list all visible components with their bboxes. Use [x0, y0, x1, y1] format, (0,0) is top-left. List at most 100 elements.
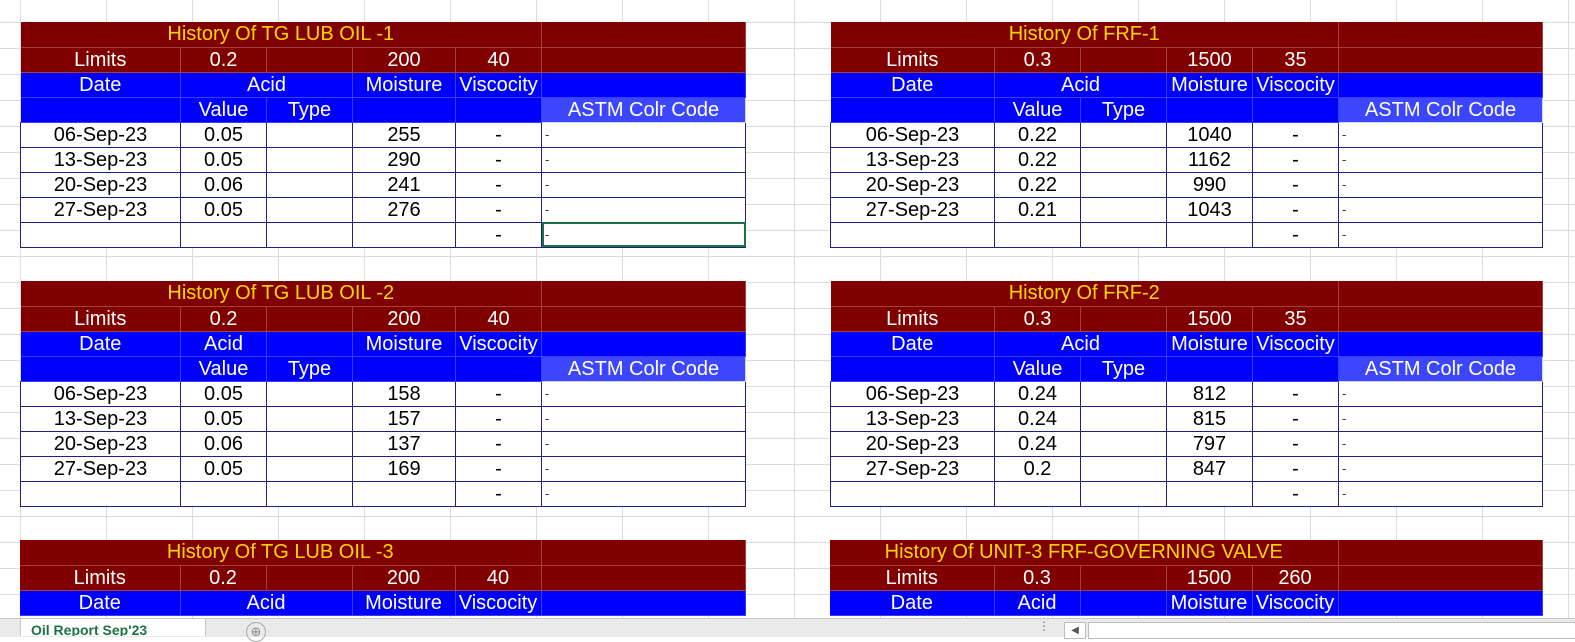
acid-value-cell[interactable]: 0.05 — [180, 405, 267, 432]
acid-type-cell[interactable] — [266, 146, 353, 173]
astm-cell[interactable]: - — [1338, 121, 1543, 148]
acid-type-cell[interactable] — [1080, 221, 1167, 248]
moisture-cell[interactable]: 815 — [1166, 405, 1253, 432]
selected-astm-cell[interactable]: - — [541, 221, 746, 248]
sheet-tab-oil-report[interactable]: Oil Report Sep'23 — [20, 619, 206, 636]
limits-label[interactable]: Limits — [830, 306, 995, 332]
value-header[interactable]: Value — [180, 97, 267, 123]
cell[interactable] — [1338, 331, 1543, 357]
value-header[interactable]: Value — [994, 356, 1081, 382]
moisture-cell[interactable]: 290 — [352, 146, 456, 173]
viscosity-limit[interactable]: 40 — [455, 306, 542, 332]
acid-value-cell[interactable] — [180, 480, 267, 507]
cell[interactable] — [1338, 72, 1543, 98]
date-cell[interactable]: 06-Sep-23 — [20, 121, 181, 148]
limits-label[interactable]: Limits — [20, 306, 181, 332]
viscosity-cell[interactable]: - — [1252, 196, 1339, 223]
acid-limit[interactable]: 0.2 — [180, 47, 267, 73]
moisture-header[interactable]: Moisture — [1166, 331, 1253, 357]
astm-cell[interactable]: - — [541, 121, 746, 148]
date-cell[interactable]: 13-Sep-23 — [830, 405, 995, 432]
viscosity-limit[interactable]: 40 — [455, 47, 542, 73]
acid-type-cell[interactable] — [266, 121, 353, 148]
horizontal-scrollbar[interactable] — [1088, 622, 1575, 639]
moisture-limit[interactable]: 200 — [352, 47, 456, 73]
astm-cell[interactable]: - — [541, 171, 746, 198]
table-title[interactable]: History Of UNIT-3 FRF-GOVERNING VALVE — [830, 540, 1339, 566]
limits-label[interactable]: Limits — [830, 47, 995, 73]
cell[interactable] — [1338, 590, 1543, 616]
astm-cell[interactable]: - — [1338, 405, 1543, 432]
date-cell[interactable]: 27-Sep-23 — [830, 196, 995, 223]
limits-label[interactable]: Limits — [830, 565, 995, 591]
date-cell[interactable] — [830, 480, 995, 507]
viscosity-limit[interactable]: 40 — [455, 565, 542, 591]
acid-value-cell[interactable]: 0.05 — [180, 121, 267, 148]
moisture-header[interactable]: Moisture — [352, 590, 456, 616]
acid-type-cell[interactable] — [266, 171, 353, 198]
astm-cell[interactable]: - — [1338, 480, 1543, 507]
acid-value-cell[interactable]: 0.06 — [180, 171, 267, 198]
acid-header[interactable]: Acid — [994, 331, 1167, 357]
acid-limit[interactable]: 0.2 — [180, 306, 267, 332]
cell[interactable] — [1080, 565, 1167, 591]
cell[interactable] — [541, 590, 746, 616]
viscosity-cell[interactable]: - — [455, 221, 542, 248]
viscosity-cell[interactable]: - — [1252, 405, 1339, 432]
cell[interactable] — [1338, 540, 1543, 566]
table-title[interactable]: History Of FRF-1 — [830, 22, 1339, 48]
date-header[interactable]: Date — [830, 72, 995, 98]
acid-limit[interactable]: 0.2 — [180, 565, 267, 591]
viscosity-cell[interactable]: - — [455, 480, 542, 507]
moisture-limit[interactable]: 200 — [352, 565, 456, 591]
moisture-cell[interactable]: 812 — [1166, 380, 1253, 407]
viscosity-cell[interactable]: - — [455, 121, 542, 148]
moisture-cell[interactable] — [1166, 480, 1253, 507]
moisture-header[interactable]: Moisture — [1166, 590, 1253, 616]
date-cell[interactable]: 20-Sep-23 — [20, 430, 181, 457]
acid-type-cell[interactable] — [1080, 405, 1167, 432]
acid-header[interactable]: Acid — [180, 590, 353, 616]
astm-cell[interactable]: - — [541, 405, 746, 432]
viscosity-cell[interactable]: - — [455, 171, 542, 198]
acid-value-cell[interactable]: 0.05 — [180, 146, 267, 173]
table-title[interactable]: History Of TG LUB OIL -2 — [20, 281, 542, 307]
viscosity-cell[interactable]: - — [1252, 146, 1339, 173]
astm-cell[interactable]: - — [1338, 430, 1543, 457]
cell[interactable] — [1166, 97, 1253, 123]
moisture-limit[interactable]: 1500 — [1166, 565, 1253, 591]
astm-cell[interactable]: - — [1338, 196, 1543, 223]
viscosity-cell[interactable]: - — [455, 405, 542, 432]
cell[interactable] — [830, 97, 995, 123]
acid-header[interactable]: Acid — [180, 72, 353, 98]
cell[interactable] — [1338, 281, 1543, 307]
viscosity-cell[interactable]: - — [1252, 380, 1339, 407]
cell[interactable] — [352, 356, 456, 382]
acid-value-cell[interactable]: 0.22 — [994, 146, 1081, 173]
cell[interactable] — [541, 281, 746, 307]
acid-value-cell[interactable]: 0.05 — [180, 380, 267, 407]
cell[interactable] — [1166, 356, 1253, 382]
viscosity-cell[interactable]: - — [1252, 430, 1339, 457]
date-cell[interactable]: 13-Sep-23 — [830, 146, 995, 173]
astm-header[interactable]: ASTM Colr Code — [1338, 96, 1543, 123]
value-header[interactable]: Value — [180, 356, 267, 382]
type-header[interactable]: Type — [1080, 356, 1167, 382]
astm-cell[interactable]: - — [541, 196, 746, 223]
acid-value-cell[interactable]: 0.05 — [180, 196, 267, 223]
viscosity-limit[interactable]: 35 — [1252, 47, 1339, 73]
cell[interactable] — [541, 22, 746, 48]
moisture-cell[interactable] — [352, 221, 456, 248]
moisture-cell[interactable]: 276 — [352, 196, 456, 223]
table-title[interactable]: History Of FRF-2 — [830, 281, 1339, 307]
viscosity-cell[interactable]: - — [1252, 121, 1339, 148]
cell[interactable] — [1338, 565, 1543, 591]
moisture-cell[interactable]: 137 — [352, 430, 456, 457]
type-header[interactable]: Type — [1080, 97, 1167, 123]
acid-type-cell[interactable] — [266, 196, 353, 223]
date-header[interactable]: Date — [20, 72, 181, 98]
type-header[interactable]: Type — [266, 356, 353, 382]
date-cell[interactable]: 06-Sep-23 — [830, 121, 995, 148]
acid-type-cell[interactable] — [1080, 121, 1167, 148]
moisture-header[interactable]: Moisture — [352, 331, 456, 357]
